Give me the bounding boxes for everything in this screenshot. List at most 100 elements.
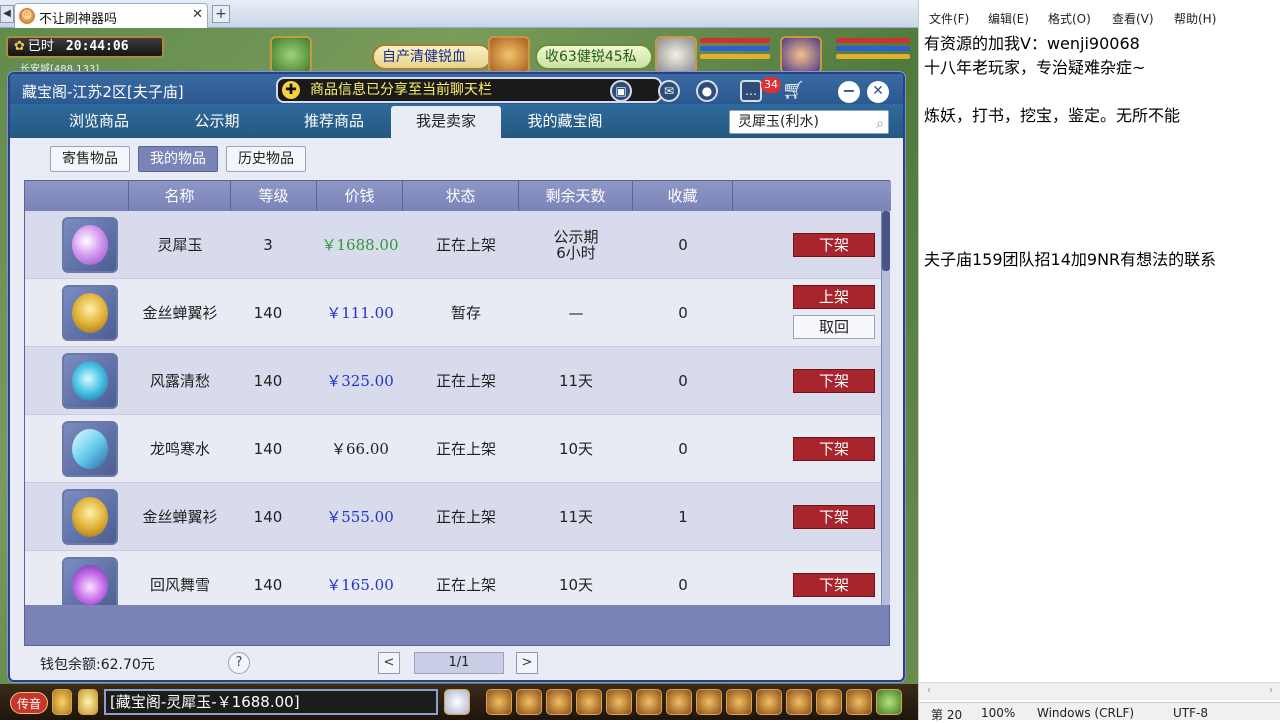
menu-edit[interactable]: 编辑(E) bbox=[988, 10, 1029, 27]
mail-icon[interactable] bbox=[666, 689, 692, 715]
tab-seller[interactable]: 我是卖家 bbox=[391, 106, 501, 138]
activity-icon[interactable] bbox=[786, 689, 812, 715]
events-icon[interactable] bbox=[846, 689, 872, 715]
notepad-text-area[interactable]: 有资源的加我V：wenji90068 十八年老玩家，专治疑难杂症~ 炼妖，打书，… bbox=[924, 32, 1274, 272]
table-row[interactable]: 金丝蝉翼衫 140 ￥111.00 暂存 — 0 上架 取回 bbox=[25, 279, 881, 347]
menu-view[interactable]: 查看(V) bbox=[1112, 10, 1154, 27]
retrieve-button[interactable]: 取回 bbox=[793, 315, 875, 339]
tab-my-pavilion[interactable]: 我的藏宝阁 bbox=[510, 106, 620, 138]
col-icon bbox=[25, 181, 129, 211]
item-name: 回风舞雪 bbox=[149, 576, 210, 594]
guild-icon[interactable] bbox=[636, 689, 662, 715]
search-icon[interactable]: ⌕ bbox=[876, 113, 884, 135]
menu-file[interactable]: 文件(F) bbox=[929, 10, 969, 27]
help-icon[interactable]: ? bbox=[228, 652, 250, 674]
subtab-my-items[interactable]: 我的物品 bbox=[138, 146, 218, 172]
new-tab-button[interactable]: + bbox=[212, 5, 230, 23]
table-scrollbar[interactable] bbox=[882, 211, 890, 605]
encoding: UTF-8 bbox=[1173, 706, 1208, 720]
item-name: 风露清愁 bbox=[149, 372, 210, 390]
minimize-button[interactable]: − bbox=[838, 81, 860, 103]
message-count-badge: 34 bbox=[761, 77, 781, 93]
item-glyph bbox=[72, 293, 108, 333]
item-favorites: 0 bbox=[678, 440, 688, 458]
notepad-menubar: 文件(F) 编辑(E) 格式(O) 查看(V) 帮助(H) bbox=[919, 6, 1280, 28]
pet-portrait[interactable] bbox=[655, 36, 697, 74]
gift-icon[interactable] bbox=[516, 689, 542, 715]
col-level: 等级 bbox=[231, 181, 317, 211]
phone-icon[interactable]: ▣ bbox=[610, 80, 632, 102]
chat-input[interactable]: [藏宝阁-灵犀玉-￥1688.00] bbox=[104, 689, 438, 715]
robe-icon[interactable] bbox=[62, 285, 118, 341]
flame-icon[interactable] bbox=[62, 557, 118, 605]
menu-help[interactable]: 帮助(H) bbox=[1174, 10, 1216, 27]
microphone-icon[interactable] bbox=[52, 689, 72, 715]
close-tab-icon[interactable]: ✕ bbox=[192, 7, 203, 22]
skill-icon[interactable] bbox=[546, 689, 572, 715]
subtab-consigned[interactable]: 寄售物品 bbox=[50, 146, 130, 172]
scrollbar-thumb[interactable] bbox=[882, 211, 890, 271]
tab-recommended[interactable]: 推荐商品 bbox=[285, 106, 383, 138]
map-icon[interactable] bbox=[726, 689, 752, 715]
pet-avatar[interactable] bbox=[270, 36, 312, 74]
table-row[interactable]: 金丝蝉翼衫 140 ￥555.00 正在上架 11天 1 下架 bbox=[25, 483, 881, 551]
chat-channel-button[interactable]: 传音 bbox=[10, 692, 48, 714]
robe-icon[interactable] bbox=[62, 489, 118, 545]
favicon-icon: ☺ bbox=[19, 8, 35, 24]
table-row[interactable]: 龙鸣寒水 140 ￥66.00 正在上架 10天 0 下架 bbox=[25, 415, 881, 483]
shop-icon[interactable] bbox=[696, 689, 722, 715]
table-row[interactable]: 灵犀玉 3 ￥1688.00 正在上架 公示期 6小时 0 下架 bbox=[25, 211, 881, 279]
table-row[interactable]: 风露清愁 140 ￥325.00 正在上架 11天 0 下架 bbox=[25, 347, 881, 415]
prev-page-button[interactable]: < bbox=[378, 652, 400, 674]
ranking-icon[interactable] bbox=[816, 689, 842, 715]
list-button[interactable]: 上架 bbox=[793, 285, 875, 309]
table-header: 名称 等级 价钱 状态 剩余天数 收藏 bbox=[25, 181, 891, 211]
npc-avatar[interactable] bbox=[488, 36, 530, 74]
delist-button[interactable]: 下架 bbox=[793, 437, 875, 461]
player-portrait[interactable] bbox=[780, 36, 822, 74]
item-name: 金丝蝉翼衫 bbox=[142, 508, 218, 526]
table-row[interactable]: 回风舞雪 140 ￥165.00 正在上架 10天 0 下架 bbox=[25, 551, 881, 605]
item-status: 正在上架 bbox=[435, 508, 496, 526]
pearl-icon[interactable] bbox=[62, 217, 118, 273]
tab-browse[interactable]: 浏览商品 bbox=[50, 106, 148, 138]
pet-shortcut-icon[interactable] bbox=[444, 689, 470, 715]
text-line bbox=[924, 80, 1274, 104]
system-icon[interactable] bbox=[876, 689, 902, 715]
player-mp-bar bbox=[836, 46, 910, 51]
emoji-icon[interactable] bbox=[78, 689, 98, 715]
next-page-button[interactable]: > bbox=[516, 652, 538, 674]
horizontal-scrollbar[interactable]: ‹ › bbox=[919, 682, 1280, 700]
gear-icon[interactable]: ✿ bbox=[14, 39, 25, 54]
delist-button[interactable]: 下架 bbox=[793, 369, 875, 393]
browser-tab[interactable]: ☺ 不让刷神器吗 ✕ bbox=[14, 3, 208, 28]
tab-scroll-left-icon[interactable]: ◀ bbox=[0, 5, 14, 23]
window-title-bar[interactable]: 藏宝阁-江苏2区[夫子庙] ✚ 商品信息已分享至当前聊天栏 ▣ ✉ ● … 34… bbox=[10, 74, 903, 108]
player-stall-banner[interactable]: 自产清健锐血 bbox=[372, 44, 492, 70]
delist-button[interactable]: 下架 bbox=[793, 505, 875, 529]
tab-publicity[interactable]: 公示期 bbox=[168, 106, 266, 138]
item-level: 140 bbox=[253, 508, 283, 526]
quest-icon[interactable] bbox=[576, 689, 602, 715]
settings-icon[interactable]: ● bbox=[696, 80, 718, 102]
delist-button[interactable]: 下架 bbox=[793, 233, 875, 257]
text-line bbox=[924, 176, 1274, 200]
item-glyph bbox=[72, 565, 108, 605]
team-icon[interactable] bbox=[606, 689, 632, 715]
search-input[interactable]: 灵犀玉(利水) ⌕ bbox=[729, 110, 889, 134]
scroll-right-icon[interactable]: › bbox=[1269, 685, 1273, 696]
delist-button[interactable]: 下架 bbox=[793, 573, 875, 597]
player-stall-banner-2[interactable]: 收63健锐45私 bbox=[535, 44, 653, 70]
mobile-icon[interactable]: ✉ bbox=[658, 80, 680, 102]
menu-format[interactable]: 格式(O) bbox=[1048, 10, 1091, 27]
item-status: 正在上架 bbox=[435, 440, 496, 458]
cart-icon[interactable]: 🛒︎ bbox=[782, 81, 808, 101]
scroll-left-icon[interactable]: ‹ bbox=[927, 685, 931, 696]
close-button[interactable]: ✕ bbox=[867, 81, 889, 103]
blade-icon[interactable] bbox=[62, 421, 118, 477]
chat-bubble-icon[interactable]: … bbox=[740, 80, 762, 102]
orb-icon[interactable] bbox=[62, 353, 118, 409]
friends-icon[interactable] bbox=[756, 689, 782, 715]
subtab-history[interactable]: 历史物品 bbox=[226, 146, 306, 172]
bag-icon[interactable] bbox=[486, 689, 512, 715]
